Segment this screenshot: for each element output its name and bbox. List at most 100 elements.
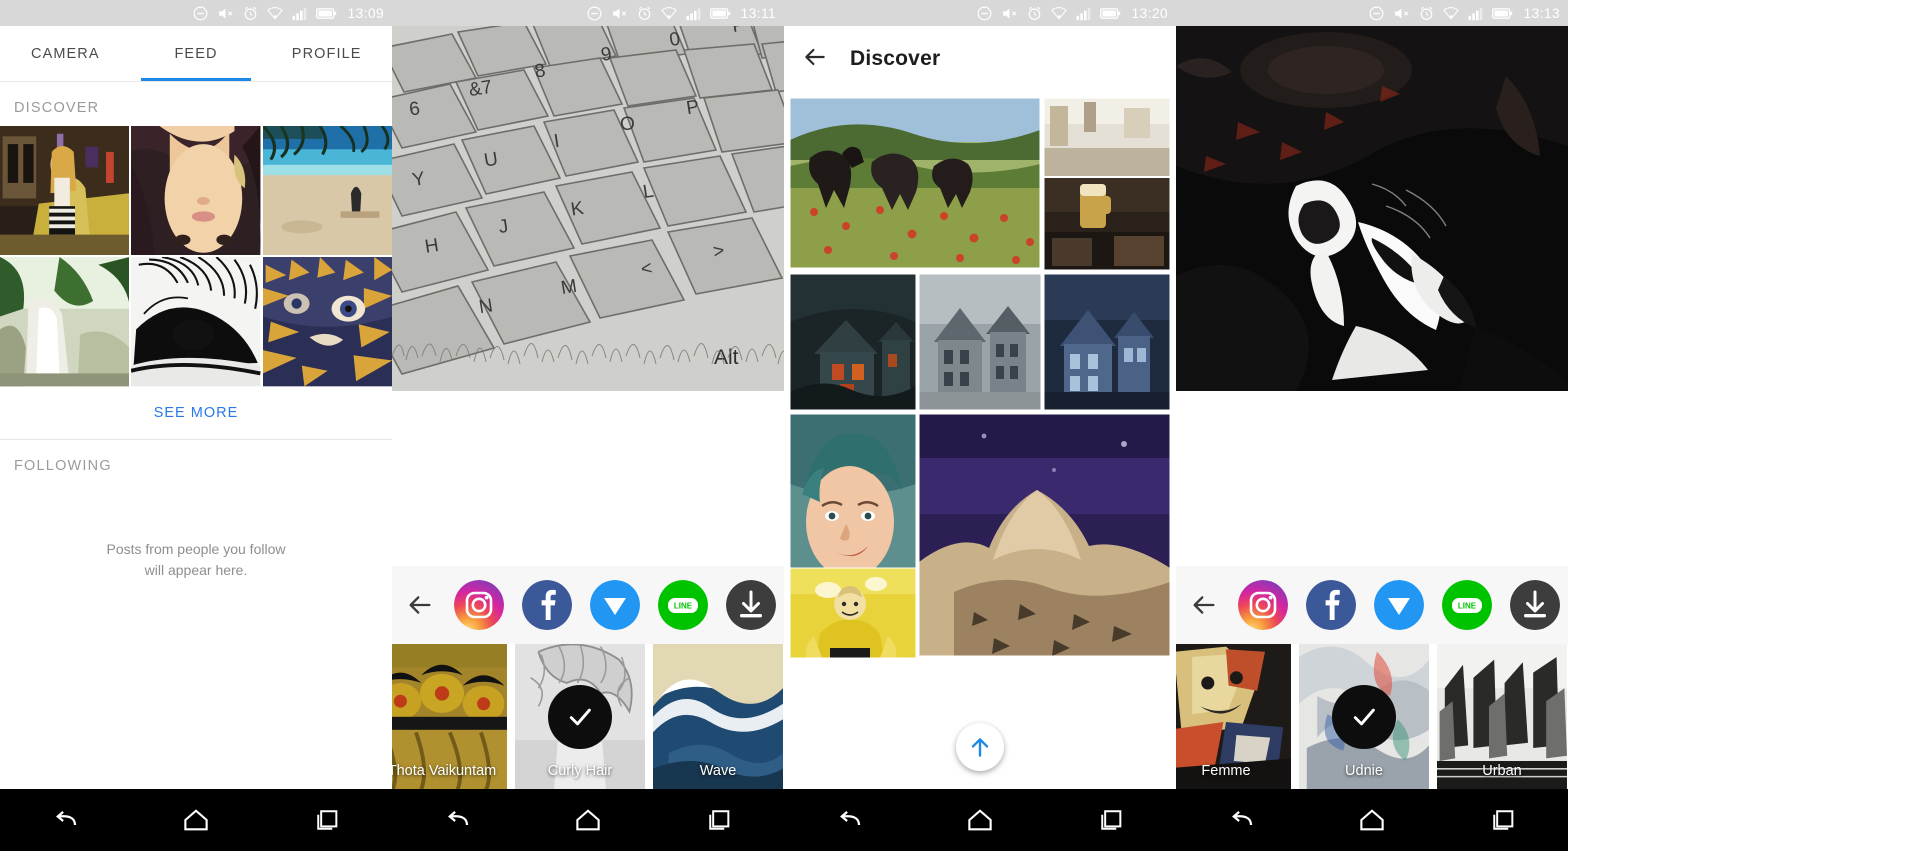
tab-profile-label: PROFILE	[291, 45, 362, 62]
wifi-icon	[660, 5, 678, 22]
share-toolbar: LINE	[1176, 566, 1568, 644]
discover-panel: 13:20 Discover	[784, 0, 1176, 851]
back-arrow-icon[interactable]	[1190, 588, 1218, 622]
android-nav-bar	[392, 789, 784, 851]
filter-thumb-wave[interactable]: Wave	[653, 644, 783, 789]
filter-thumb-urban[interactable]: Urban	[1437, 644, 1567, 789]
mute-icon	[610, 5, 629, 22]
filter-label: Curly Hair	[547, 763, 613, 779]
share-keyboard-panel: 13:11 6 &7 8 9 0 Y U I O P H J K L N M <…	[392, 0, 784, 851]
share-facebook-button[interactable]	[522, 580, 572, 630]
section-heading-discover: DISCOVER	[14, 100, 100, 116]
share-messenger-button[interactable]	[1374, 580, 1424, 630]
see-more-button[interactable]: SEE MORE	[0, 386, 392, 439]
discover-tile-tropical-beach[interactable]	[262, 126, 392, 256]
battery-icon	[709, 7, 732, 20]
share-line-button[interactable]: LINE	[1442, 580, 1492, 630]
tab-indicator	[10, 78, 120, 81]
discover-tile-spiral-staircase[interactable]	[131, 257, 261, 387]
mute-icon	[1000, 5, 1019, 22]
svg-text:Alt: Alt	[714, 346, 739, 369]
nav-back-button[interactable]	[1209, 798, 1273, 842]
nav-home-button[interactable]	[948, 798, 1012, 842]
wifi-icon	[1050, 5, 1068, 22]
dnd-icon	[1368, 5, 1385, 22]
section-heading-following: FOLLOWING	[14, 457, 112, 474]
tab-feed-label: FEED	[174, 45, 218, 62]
dnd-icon	[976, 5, 993, 22]
filter-strip[interactable]: Thota Vaikuntam Curly Hair Wave	[392, 644, 784, 789]
nav-home-button[interactable]	[556, 798, 620, 842]
alarm-icon	[636, 5, 653, 22]
nav-recents-button[interactable]	[295, 798, 359, 842]
filter-label: Udnie	[1345, 763, 1383, 779]
status-clock: 13:20	[1131, 5, 1168, 21]
dnd-icon	[192, 5, 209, 22]
mute-icon	[216, 5, 235, 22]
tab-feed[interactable]: FEED	[131, 26, 262, 81]
filter-thumb-curly-hair[interactable]: Curly Hair	[515, 644, 645, 789]
share-instagram-button[interactable]	[454, 580, 504, 630]
screenshot-grid: 13:09 CAMERA FEED PROFILE DISCOVER SEE M…	[0, 0, 1920, 851]
signal-icon	[1467, 6, 1485, 21]
status-clock: 13:13	[1523, 5, 1560, 21]
feed-panel: 13:09 CAMERA FEED PROFILE DISCOVER SEE M…	[0, 0, 392, 851]
signal-icon	[291, 6, 309, 21]
svg-text:&7: &7	[467, 77, 493, 101]
share-download-button[interactable]	[1510, 580, 1560, 630]
nav-back-button[interactable]	[817, 798, 881, 842]
wifi-icon	[1442, 5, 1460, 22]
tab-camera[interactable]: CAMERA	[0, 26, 131, 81]
share-download-button[interactable]	[726, 580, 776, 630]
filter-thumb-femme[interactable]: Femme	[1176, 644, 1291, 789]
nav-back-button[interactable]	[33, 798, 97, 842]
nav-back-button[interactable]	[425, 798, 489, 842]
share-facebook-button[interactable]	[1306, 580, 1356, 630]
status-bar: 13:20	[784, 0, 1176, 26]
discover-tile-overhead-portrait[interactable]	[131, 126, 261, 256]
battery-icon	[1100, 7, 1122, 20]
discover-grid	[0, 126, 392, 387]
filter-selected-check-icon	[548, 684, 612, 749]
nav-home-button[interactable]	[1340, 798, 1404, 842]
discover-mosaic	[784, 92, 1176, 789]
nav-recents-button[interactable]	[687, 798, 751, 842]
edited-photo-keyboard-sketch[interactable]: 6&7 89 0P YU IO P HJ KL NM <> Alt	[392, 26, 784, 566]
share-target-list: LINE	[1232, 580, 1560, 630]
edited-photo-dark-cave[interactable]	[1176, 26, 1568, 566]
scroll-to-top-button[interactable]	[956, 723, 1004, 771]
back-arrow-icon[interactable]	[406, 588, 434, 622]
filter-thumb-udnie[interactable]: Udnie	[1299, 644, 1429, 789]
tab-bar: CAMERA FEED PROFILE	[0, 26, 392, 82]
tab-indicator	[272, 78, 382, 81]
filter-label: Thota Vaikuntam	[392, 763, 497, 779]
following-empty-message: Posts from people you follow will appear…	[0, 484, 392, 581]
share-toolbar: LINE	[392, 566, 784, 644]
discover-app-bar: Discover	[784, 26, 1176, 92]
share-messenger-button[interactable]	[590, 580, 640, 630]
svg-text:LINE: LINE	[674, 602, 693, 611]
discover-tile-leopard-face[interactable]	[262, 257, 392, 387]
nav-home-button[interactable]	[164, 798, 228, 842]
share-line-button[interactable]: LINE	[658, 580, 708, 630]
battery-icon	[1492, 7, 1514, 20]
status-bar: 13:11	[392, 0, 784, 26]
discover-tile-jungle-waterfall[interactable]	[0, 257, 130, 387]
nav-recents-button[interactable]	[1079, 798, 1143, 842]
tab-profile[interactable]: PROFILE	[261, 26, 392, 81]
alarm-icon	[1026, 5, 1043, 22]
android-nav-bar	[1176, 789, 1568, 851]
dnd-icon	[586, 5, 603, 22]
filter-label: Femme	[1201, 763, 1251, 779]
status-bar: 13:09	[0, 0, 392, 26]
mute-icon	[1392, 5, 1411, 22]
status-bar: 13:13	[1176, 0, 1568, 26]
svg-text:M: M	[559, 276, 578, 299]
back-arrow-icon[interactable]	[802, 44, 828, 75]
share-instagram-button[interactable]	[1238, 580, 1288, 630]
discover-tile-woman-by-yellow-car[interactable]	[0, 126, 130, 256]
filter-thumb-thota-vaikuntam[interactable]: Thota Vaikuntam	[392, 644, 507, 789]
nav-recents-button[interactable]	[1471, 798, 1535, 842]
svg-text:P: P	[731, 26, 747, 37]
filter-strip[interactable]: Femme Udnie Urban	[1176, 644, 1568, 789]
